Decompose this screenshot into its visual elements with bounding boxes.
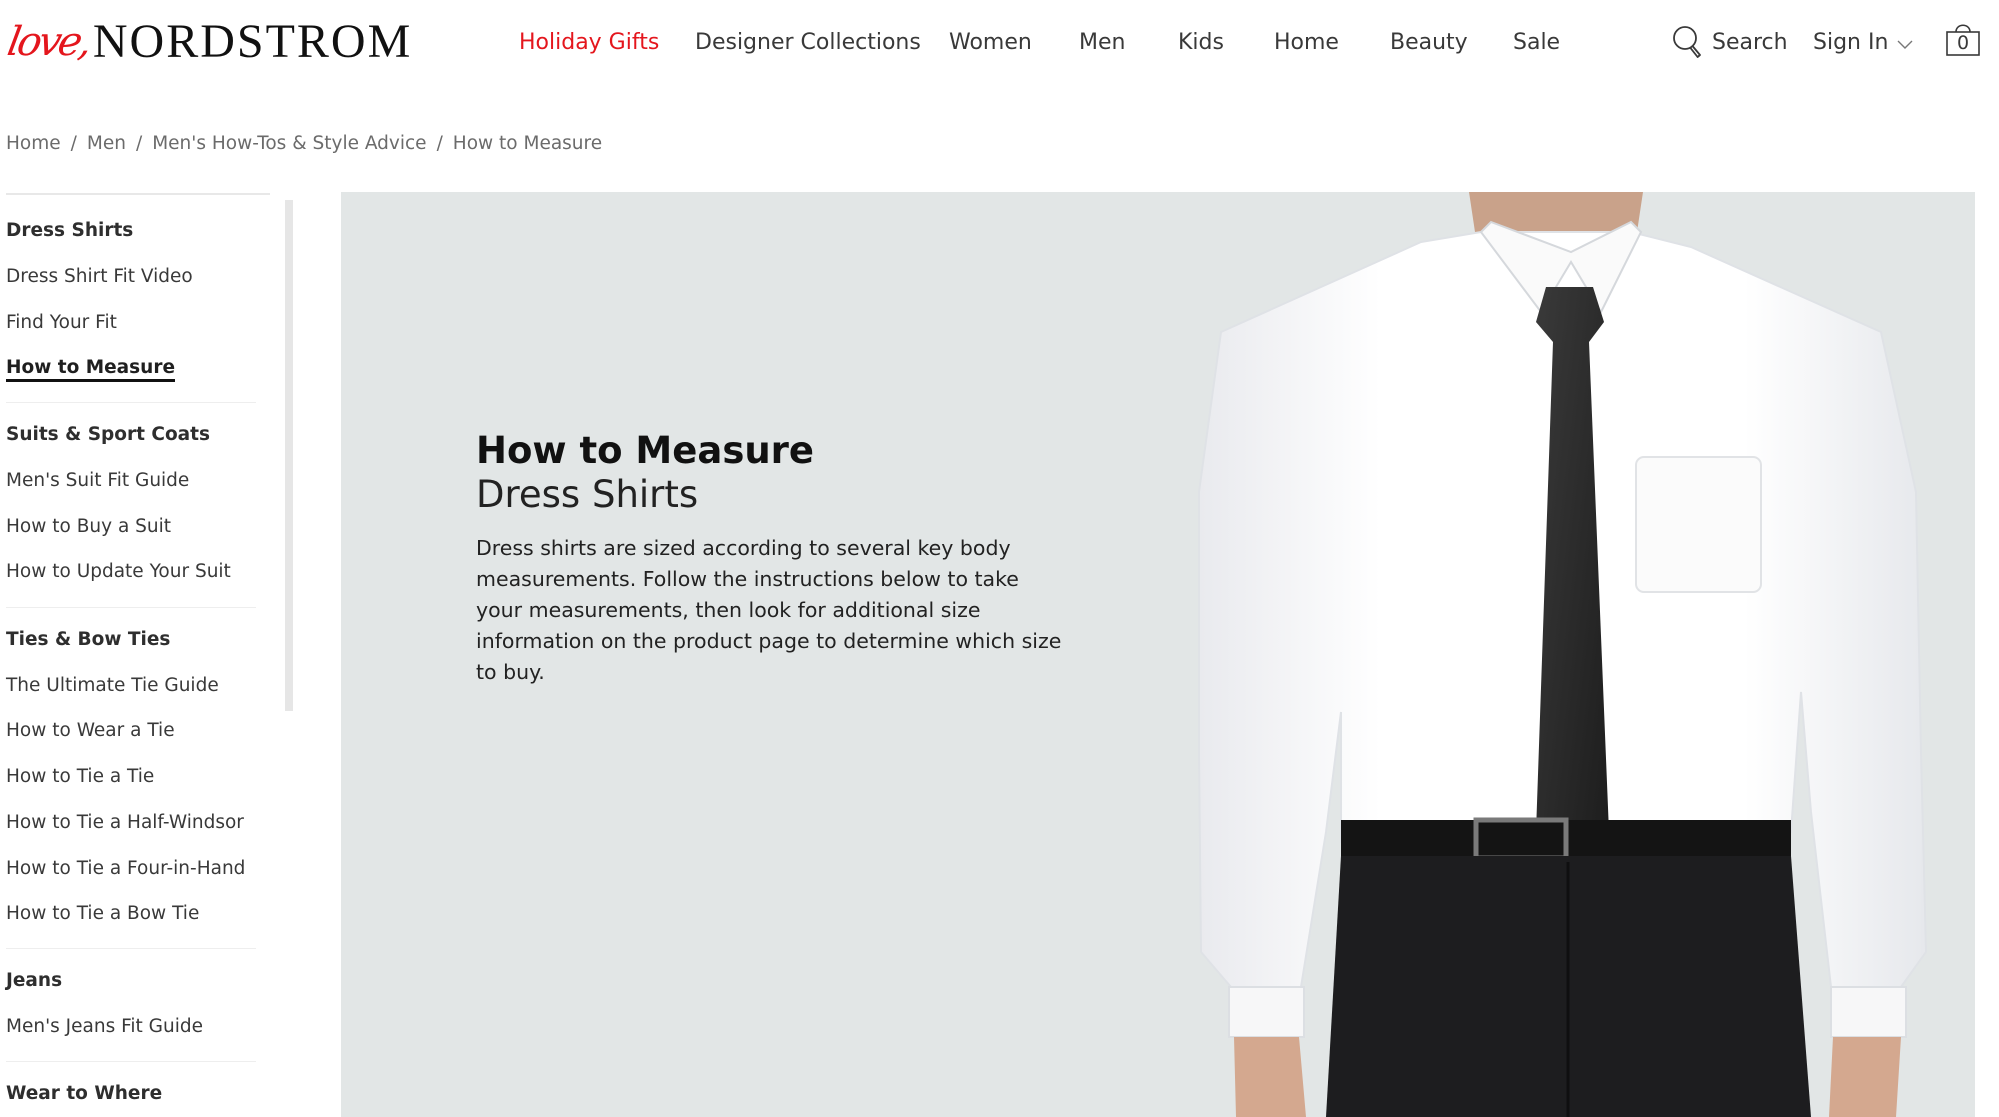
logo-wordmark: NORDSTROM	[92, 15, 413, 68]
sidebar-item-bow-tie[interactable]: How to Tie a Bow Tie	[6, 903, 199, 924]
nav-designer-collections[interactable]: Designer Collections	[695, 26, 921, 60]
hero-description: Dress shirts are sized according to seve…	[476, 536, 1062, 684]
sidebar-item-half-windsor[interactable]: How to Tie a Half-Windsor	[6, 812, 244, 833]
chevron-down-icon	[1896, 38, 1914, 50]
search-button[interactable]: Search	[1672, 22, 1788, 62]
sidebar-item-four-in-hand[interactable]: How to Tie a Four-in-Hand	[6, 858, 245, 879]
breadcrumb-home[interactable]: Home	[6, 133, 61, 154]
nav-beauty[interactable]: Beauty	[1390, 26, 1468, 60]
breadcrumb-men[interactable]: Men	[87, 133, 126, 154]
sidebar-heading-wear-to-where: Wear to Where	[6, 1083, 163, 1104]
nav-kids[interactable]: Kids	[1178, 26, 1224, 60]
nav-holiday-gifts[interactable]: Holiday Gifts	[519, 26, 659, 60]
sidebar-divider	[6, 193, 270, 195]
sidebar-item-how-to-measure[interactable]: How to Measure	[6, 357, 176, 382]
left-cuff	[1228, 986, 1305, 1038]
hero-title: How to Measure	[476, 429, 815, 472]
sidebar-item-dress-shirt-fit-video[interactable]: Dress Shirt Fit Video	[6, 266, 193, 287]
hero-subtitle: Dress Shirts	[476, 473, 699, 516]
right-cuff	[1830, 986, 1907, 1038]
sidebar-item-how-to-update-your-suit[interactable]: How to Update Your Suit	[6, 561, 231, 582]
sidebar-item-find-your-fit[interactable]: Find Your Fit	[6, 312, 117, 333]
logo-script: love,	[3, 19, 93, 65]
sidebar-heading-ties: Ties & Bow Ties	[6, 629, 171, 650]
shopping-bag-icon: 0	[1945, 18, 1981, 58]
sidebar-heading-suits: Suits & Sport Coats	[6, 424, 211, 445]
search-label: Search	[1712, 29, 1788, 55]
shopping-bag-button[interactable]: 0	[1945, 18, 1981, 58]
sidebar-divider	[6, 948, 256, 949]
nordstrom-logo[interactable]: love, NORDSTROM	[4, 14, 413, 70]
sidebar-divider	[6, 607, 256, 608]
sidebar-divider	[6, 1061, 256, 1062]
hero-banner: How to Measure Dress Shirts Dress shirts…	[341, 192, 1975, 1117]
sidebar-nav: Dress Shirts Dress Shirt Fit Video Find …	[0, 193, 272, 1117]
sidebar-item-how-to-wear-a-tie[interactable]: How to Wear a Tie	[6, 720, 175, 741]
bag-count: 0	[1956, 32, 1970, 54]
nav-men[interactable]: Men	[1079, 26, 1125, 60]
sidebar-item-mens-suit-fit-guide[interactable]: Men's Suit Fit Guide	[6, 470, 189, 491]
sign-in-button[interactable]: Sign In	[1813, 22, 1914, 62]
sidebar-item-mens-jeans-fit-guide[interactable]: Men's Jeans Fit Guide	[6, 1016, 203, 1037]
nav-home[interactable]: Home	[1274, 26, 1339, 60]
sidebar-item-ultimate-tie-guide[interactable]: The Ultimate Tie Guide	[6, 675, 219, 696]
nav-sale[interactable]: Sale	[1513, 26, 1560, 60]
sidebar-heading-jeans: Jeans	[6, 970, 63, 991]
sidebar-heading-dress-shirts: Dress Shirts	[6, 220, 134, 241]
sign-in-label: Sign In	[1813, 29, 1889, 55]
breadcrumb-mens-how-tos[interactable]: Men's How-Tos & Style Advice	[152, 133, 426, 154]
right-hand	[1829, 1037, 1901, 1117]
nav-women[interactable]: Women	[949, 26, 1032, 60]
breadcrumb: Home / Men / Men's How-Tos & Style Advic…	[6, 133, 602, 154]
left-hand	[1234, 1037, 1306, 1117]
breadcrumb-separator: /	[135, 133, 143, 154]
site-header: love, NORDSTROM Holiday Gifts Designer C…	[0, 0, 1999, 90]
hero-text-block: How to Measure Dress Shirts Dress shirts…	[476, 429, 1076, 688]
sidebar-divider	[6, 402, 256, 403]
search-icon	[1672, 25, 1704, 59]
breadcrumb-current: How to Measure	[452, 133, 603, 154]
breadcrumb-separator: /	[70, 133, 77, 154]
breadcrumb-separator: /	[436, 133, 443, 154]
sidebar-scrollbar[interactable]	[285, 200, 293, 711]
sidebar-item-how-to-buy-a-suit[interactable]: How to Buy a Suit	[6, 516, 171, 537]
sidebar-item-how-to-tie-a-tie[interactable]: How to Tie a Tie	[6, 766, 154, 787]
pocket-shape	[1635, 456, 1762, 593]
